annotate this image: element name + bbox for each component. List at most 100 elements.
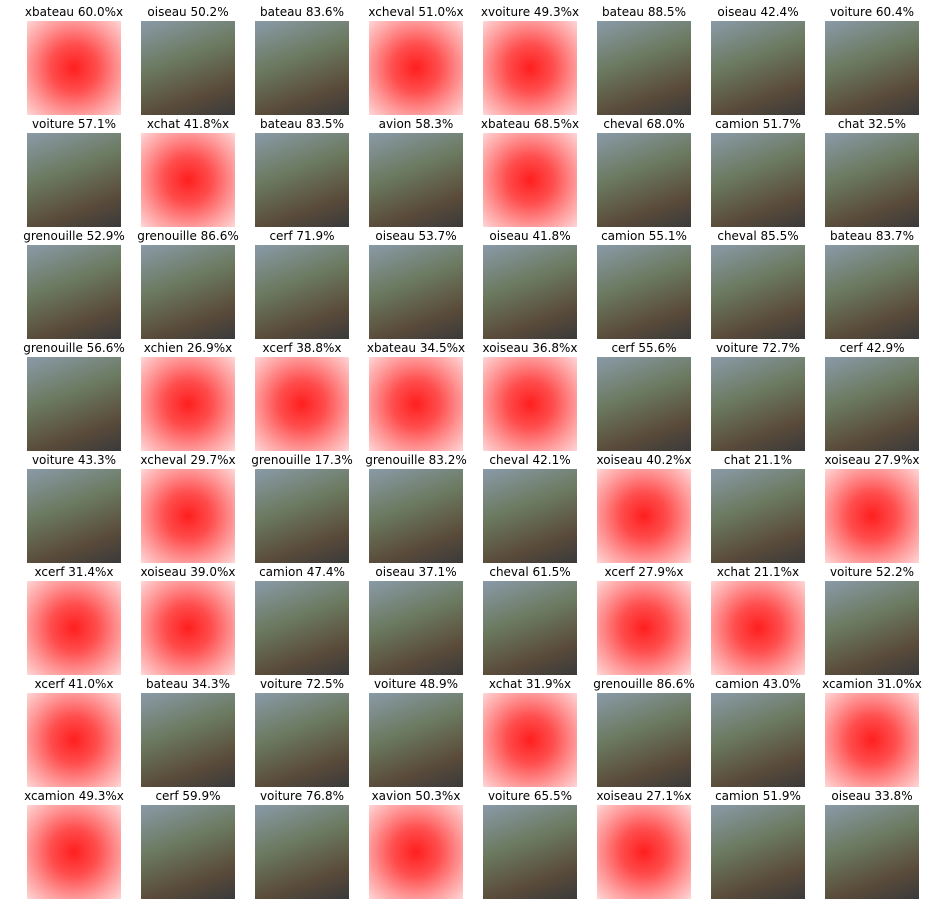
misclassified-image <box>369 805 463 899</box>
grid-cell: xchien 26.9%x <box>131 341 245 453</box>
sample-image <box>711 693 805 787</box>
grid-cell: xoiseau 27.9%x <box>815 453 929 565</box>
grid-cell: voiture 57.1% <box>17 117 131 229</box>
sample-image <box>711 21 805 115</box>
prediction-label: oiseau 33.8% <box>831 789 913 803</box>
grid-cell: grenouille 83.2% <box>359 453 473 565</box>
grid-cell: bateau 34.3% <box>131 677 245 789</box>
grid-cell: voiture 72.5% <box>245 677 359 789</box>
sample-image <box>711 805 805 899</box>
grid-cell: voiture 65.5% <box>473 789 587 901</box>
misclassified-image <box>141 581 235 675</box>
grid-cell: grenouille 17.3% <box>245 453 359 565</box>
grid-cell: voiture 76.8% <box>245 789 359 901</box>
grid-cell: oiseau 53.7% <box>359 229 473 341</box>
misclassified-image <box>369 21 463 115</box>
prediction-label: xoiseau 27.9%x <box>824 453 920 467</box>
grid-cell: xoiseau 36.8%x <box>473 341 587 453</box>
grid-cell: bateau 88.5% <box>587 5 701 117</box>
sample-image <box>369 133 463 227</box>
grid-cell: voiture 60.4% <box>815 5 929 117</box>
grid-cell: xchat 31.9%x <box>473 677 587 789</box>
grid-cell: xcerf 27.9%x <box>587 565 701 677</box>
grid-cell: xcamion 31.0%x <box>815 677 929 789</box>
grid-cell: oiseau 50.2% <box>131 5 245 117</box>
grid-cell: camion 47.4% <box>245 565 359 677</box>
grid-cell: cheval 85.5% <box>701 229 815 341</box>
grid-cell: oiseau 42.4% <box>701 5 815 117</box>
grid-cell: voiture 43.3% <box>17 453 131 565</box>
prediction-label: chat 32.5% <box>837 117 907 131</box>
grid-cell: oiseau 41.8% <box>473 229 587 341</box>
sample-image <box>597 21 691 115</box>
grid-cell: xoiseau 40.2%x <box>587 453 701 565</box>
prediction-grid: xbateau 60.0%x oiseau 50.2% bateau 83.6% xc… <box>0 0 930 917</box>
misclassified-image <box>597 469 691 563</box>
grid-cell: voiture 52.2% <box>815 565 929 677</box>
grid-cell: chat 32.5% <box>815 117 929 229</box>
grid-cell: grenouille 52.9% <box>17 229 131 341</box>
misclassified-image <box>27 693 121 787</box>
grid-cell: xchat 21.1%x <box>701 565 815 677</box>
sample-image <box>825 21 919 115</box>
sample-image <box>597 357 691 451</box>
misclassified-image <box>825 469 919 563</box>
sample-image <box>597 245 691 339</box>
grid-cell: xchat 41.8%x <box>131 117 245 229</box>
grid-cell: cheval 61.5% <box>473 565 587 677</box>
sample-image <box>825 805 919 899</box>
grid-cell: camion 55.1% <box>587 229 701 341</box>
grid-cell: bateau 83.6% <box>245 5 359 117</box>
misclassified-image <box>27 21 121 115</box>
misclassified-image <box>141 469 235 563</box>
misclassified-image <box>27 805 121 899</box>
sample-image <box>711 133 805 227</box>
misclassified-image <box>825 693 919 787</box>
misclassified-image <box>597 581 691 675</box>
grid-cell: camion 43.0% <box>701 677 815 789</box>
grid-cell: xcamion 49.3%x <box>17 789 131 901</box>
grid-cell: voiture 48.9% <box>359 677 473 789</box>
sample-image <box>369 245 463 339</box>
grid-cell: xcerf 38.8%x <box>245 341 359 453</box>
grid-cell: oiseau 37.1% <box>359 565 473 677</box>
grid-cell: xcerf 41.0%x <box>17 677 131 789</box>
sample-image <box>483 805 577 899</box>
grid-cell: chat 21.1% <box>701 453 815 565</box>
sample-image <box>141 245 235 339</box>
sample-image <box>255 581 349 675</box>
sample-image <box>483 581 577 675</box>
sample-image <box>825 357 919 451</box>
grid-cell: xbateau 60.0%x <box>17 5 131 117</box>
grid-cell: grenouille 86.6% <box>587 677 701 789</box>
grid-cell: camion 51.7% <box>701 117 815 229</box>
misclassified-image <box>597 805 691 899</box>
grid-cell: grenouille 56.6% <box>17 341 131 453</box>
sample-image <box>255 21 349 115</box>
sample-image <box>27 245 121 339</box>
sample-image <box>255 693 349 787</box>
prediction-label: voiture 60.4% <box>829 5 915 19</box>
sample-image <box>255 133 349 227</box>
grid-cell: xcheval 29.7%x <box>131 453 245 565</box>
grid-cell: bateau 83.7% <box>815 229 929 341</box>
sample-image <box>255 245 349 339</box>
prediction-label: voiture 52.2% <box>829 565 915 579</box>
grid-cell: cerf 59.9% <box>131 789 245 901</box>
prediction-label: bateau 83.7% <box>830 229 914 243</box>
grid-cell: oiseau 33.8% <box>815 789 929 901</box>
grid-cell: cerf 42.9% <box>815 341 929 453</box>
sample-image <box>141 805 235 899</box>
misclassified-image <box>483 133 577 227</box>
grid-cell: grenouille 86.6% <box>131 229 245 341</box>
misclassified-image <box>255 357 349 451</box>
grid-cell: cerf 55.6% <box>587 341 701 453</box>
misclassified-image <box>27 581 121 675</box>
grid-cell: xvoiture 49.3%x <box>473 5 587 117</box>
grid-cell: bateau 83.5% <box>245 117 359 229</box>
misclassified-image <box>369 357 463 451</box>
sample-image <box>825 245 919 339</box>
sample-image <box>825 581 919 675</box>
misclassified-image <box>483 693 577 787</box>
grid-cell: camion 51.9% <box>701 789 815 901</box>
